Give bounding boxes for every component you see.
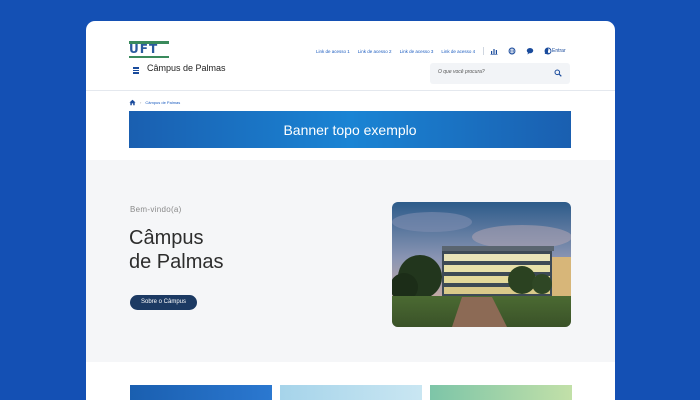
- feature-card-3[interactable]: [430, 385, 572, 400]
- search-input[interactable]: O que você procura?: [430, 63, 570, 84]
- logo-bar-bottom: [129, 56, 169, 58]
- chevron-right-icon: ›: [140, 99, 142, 105]
- search-placeholder: O que você procura?: [438, 69, 485, 75]
- about-campus-button[interactable]: Sobre o Câmpus: [130, 295, 197, 310]
- quick-link-3[interactable]: Link de acesso 3: [400, 49, 434, 54]
- site-title: Câmpus de Palmas: [147, 63, 226, 73]
- site-header: UFT Câmpus de Palmas Link de acesso 1 Li…: [86, 21, 615, 91]
- hamburger-menu-icon[interactable]: [132, 65, 142, 75]
- hero-title: Câmpus de Palmas: [129, 226, 329, 274]
- login-button[interactable]: Entrar: [544, 45, 566, 57]
- quick-link-1[interactable]: Link de acesso 1: [316, 49, 350, 54]
- quick-link-4[interactable]: Link de acesso 4: [441, 49, 475, 54]
- divider: [483, 47, 485, 55]
- top-banner[interactable]: Banner topo exemplo: [129, 111, 571, 148]
- logo-text: UFT: [129, 42, 159, 56]
- globe-icon[interactable]: [508, 47, 516, 55]
- uft-logo[interactable]: UFT: [129, 41, 169, 58]
- campus-building-photo: [392, 202, 571, 327]
- login-label: Entrar: [552, 48, 566, 54]
- banner-text: Banner topo exemplo: [283, 121, 417, 138]
- hero-title-line-2: de Palmas: [129, 251, 224, 273]
- header-divider: [86, 90, 615, 91]
- welcome-text: Bem-vindo(a): [130, 205, 182, 214]
- chat-icon[interactable]: [526, 47, 534, 55]
- home-icon[interactable]: [129, 99, 136, 106]
- quick-link-2[interactable]: Link de acesso 2: [358, 49, 392, 54]
- feature-cards-row: [86, 385, 615, 400]
- quick-links: Link de acesso 1 Link de acesso 2 Link d…: [316, 45, 558, 57]
- page-card: UFT Câmpus de Palmas Link de acesso 1 Li…: [86, 21, 615, 400]
- hero-section: Bem-vindo(a) Câmpus de Palmas Sobre o Câ…: [86, 160, 615, 362]
- user-icon: [544, 48, 550, 54]
- chart-icon[interactable]: [490, 47, 498, 55]
- hero-title-line-1: Câmpus: [129, 227, 204, 249]
- breadcrumb: › Câmpus de Palmas: [129, 98, 180, 106]
- breadcrumb-current[interactable]: Câmpus de Palmas: [145, 100, 180, 105]
- feature-card-2[interactable]: [280, 385, 422, 400]
- feature-card-1[interactable]: [130, 385, 272, 400]
- search-icon[interactable]: [554, 69, 562, 77]
